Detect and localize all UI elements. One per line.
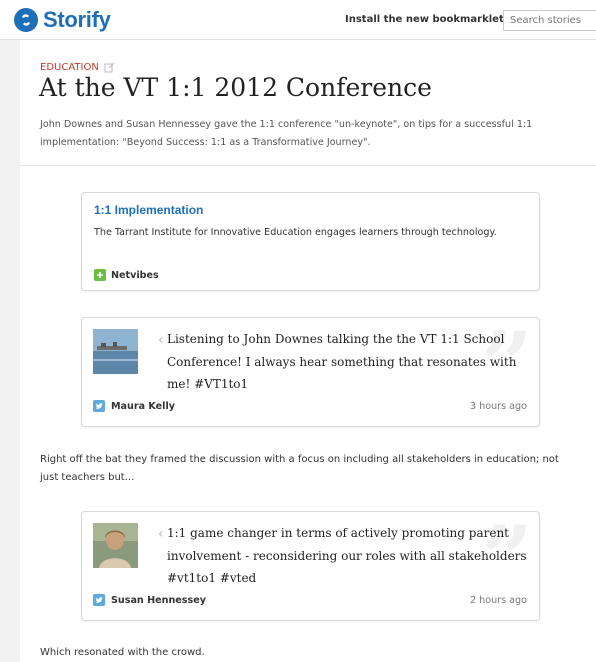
tweet-card[interactable]: ‹ ” 1:1 game changer in terms of activel… bbox=[81, 511, 540, 621]
tweet-text: 1:1 game changer in terms of actively pr… bbox=[167, 526, 527, 585]
story-text-block: Right off the bat they framed the discus… bbox=[40, 454, 559, 483]
divider bbox=[20, 165, 596, 166]
story-content: EDUCATION At the VT 1:1 2012 Conference … bbox=[20, 40, 596, 662]
story-description: John Downes and Susan Hennessey gave the… bbox=[40, 119, 533, 148]
top-bar: Storify Install the new bookmarklet! bbox=[0, 0, 596, 40]
tweet-card[interactable]: ‹ ” Listening to John Downes talking the… bbox=[81, 317, 540, 427]
storify-logo-icon bbox=[14, 8, 38, 32]
tweet-author[interactable]: Maura Kelly bbox=[111, 401, 175, 412]
storify-logo[interactable]: Storify bbox=[14, 7, 111, 33]
plus-icon bbox=[94, 266, 106, 285]
twitter-icon bbox=[93, 591, 105, 610]
twitter-icon bbox=[93, 397, 105, 416]
story-title: At the VT 1:1 2012 Conference bbox=[39, 73, 432, 102]
link-card-title[interactable]: 1:1 Implementation bbox=[94, 203, 203, 217]
tweet-author[interactable]: Susan Hennessey bbox=[111, 595, 206, 606]
avatar[interactable] bbox=[93, 329, 138, 374]
category-link[interactable]: EDUCATION bbox=[40, 62, 99, 73]
link-card-description: The Tarrant Institute for Innovative Edu… bbox=[94, 227, 497, 238]
avatar[interactable] bbox=[93, 523, 138, 568]
link-card[interactable]: 1:1 Implementation The Tarrant Institute… bbox=[81, 192, 540, 291]
story-text-block: Which resonated with the crowd. bbox=[40, 647, 205, 658]
search-input[interactable] bbox=[503, 10, 596, 31]
link-card-source: Netvibes bbox=[94, 266, 159, 285]
tweet-text: Listening to John Downes talking the the… bbox=[167, 332, 517, 391]
quote-mark: ‹ bbox=[158, 526, 164, 542]
source-name[interactable]: Netvibes bbox=[111, 270, 159, 281]
tweet-footer: Maura Kelly 3 hours ago bbox=[93, 397, 527, 416]
install-bookmarklet-link[interactable]: Install the new bookmarklet! bbox=[345, 14, 508, 25]
quote-mark: ‹ bbox=[158, 332, 164, 348]
tweet-footer: Susan Hennessey 2 hours ago bbox=[93, 591, 527, 610]
logo-text: Storify bbox=[43, 7, 111, 32]
